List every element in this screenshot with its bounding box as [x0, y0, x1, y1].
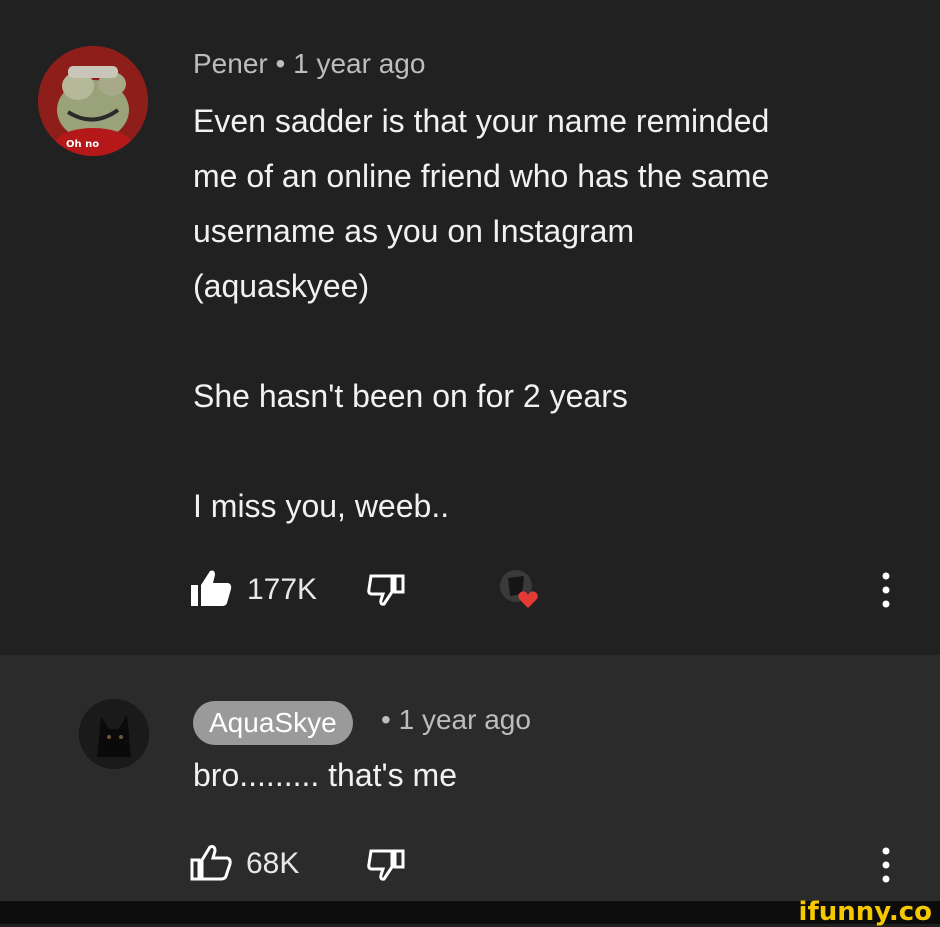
watermark-logo: ifunny.co — [798, 897, 932, 927]
creator-heart-icon — [498, 568, 538, 608]
like-count: 177K — [247, 573, 318, 606]
meta-separator: • — [381, 704, 391, 735]
reply-body: bro......... that's me — [193, 757, 457, 793]
reply-meta: • 1 year ago — [381, 704, 531, 736]
like-count: 68K — [246, 847, 300, 880]
comment-body: Even sadder is that your name reminded m… — [193, 94, 893, 534]
comment-line: Even sadder is that your name reminded — [193, 103, 770, 139]
comment-line-gap — [193, 424, 893, 479]
comment-author[interactable]: Pener — [193, 48, 268, 79]
comment-actions: 177K — [190, 565, 910, 615]
top-comment: Oh no Pener • 1 year ago Even sadder is … — [0, 0, 940, 655]
comment-time[interactable]: 1 year ago — [293, 48, 425, 79]
reply-actions: 68K — [190, 840, 910, 890]
comment-line: username as you on Instagram — [193, 213, 635, 249]
comment-line: me of an online friend who has the same — [193, 158, 770, 194]
reply-author-chip[interactable]: AquaSkye — [193, 701, 353, 745]
thumbs-down-icon[interactable] — [366, 848, 406, 887]
comment-line-gap — [193, 314, 893, 369]
more-vertical-icon[interactable] — [880, 570, 892, 615]
comment-line: She hasn't been on for 2 years — [193, 378, 628, 414]
thumbs-down-icon[interactable] — [366, 573, 406, 612]
comment-meta: Pener • 1 year ago — [193, 48, 425, 80]
avatar-image-icon — [79, 699, 149, 769]
more-vertical-icon[interactable] — [880, 845, 892, 890]
comment-line: (aquaskyee) — [193, 268, 370, 304]
thumbs-up-filled-icon[interactable] — [190, 569, 232, 612]
thumbs-up-outline-icon[interactable] — [190, 843, 232, 886]
reply-author-avatar[interactable] — [79, 699, 149, 769]
avatar-badge-text: Oh no — [66, 139, 100, 150]
meta-separator: • — [275, 48, 286, 79]
comment-line: I miss you, weeb.. — [193, 488, 450, 524]
reply-time[interactable]: 1 year ago — [399, 704, 531, 735]
